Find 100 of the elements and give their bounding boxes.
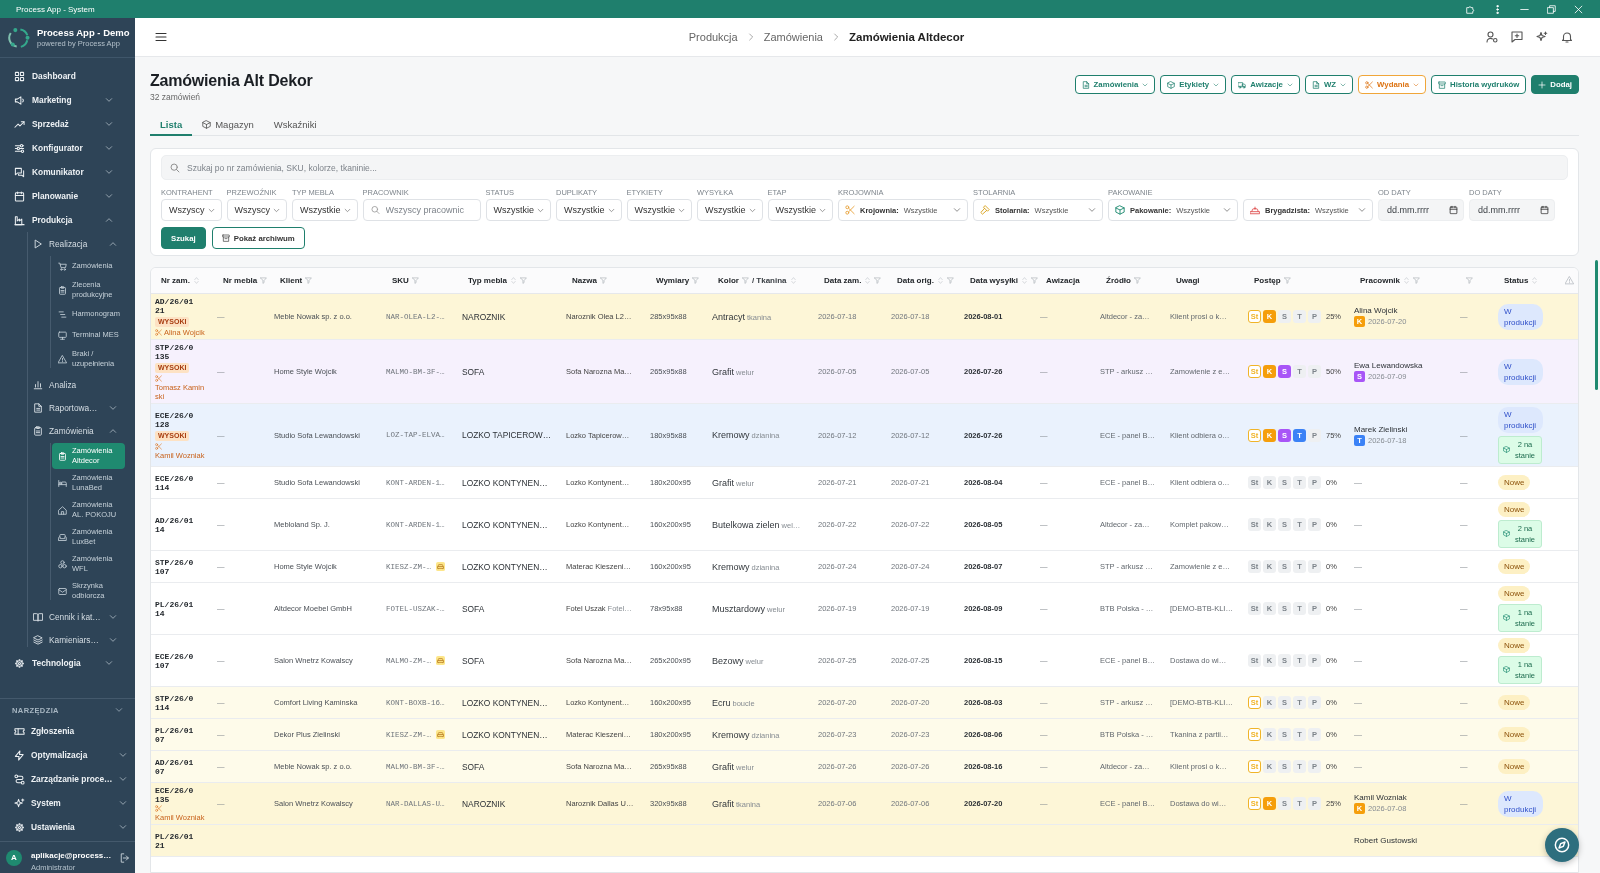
more-icon[interactable]: [1493, 4, 1502, 14]
restore-icon[interactable]: [1547, 4, 1556, 14]
filter-icon[interactable]: [874, 277, 882, 284]
close-icon[interactable]: [1574, 4, 1583, 14]
table-row[interactable]: PL/26/0121 Robert Gustowski: [151, 825, 1578, 858]
scrollbar[interactable]: [1595, 260, 1598, 390]
tab[interactable]: Lista: [150, 114, 193, 136]
order-number[interactable]: PL/26/0114: [155, 599, 195, 618]
filter-icon[interactable]: [1283, 277, 1291, 284]
search-field[interactable]: Wszyscy pracownic: [362, 199, 481, 221]
sidebar-item[interactable]: Cennik i kat…: [0, 605, 135, 628]
tab[interactable]: Wskaźniki: [263, 114, 327, 136]
table-row[interactable]: [151, 340, 1578, 405]
sort-icon[interactable]: [1531, 277, 1539, 284]
order-number[interactable]: ECE/26/0107: [155, 651, 195, 670]
lines-icon: [58, 309, 67, 319]
sidebar-item[interactable]: Kamieniars…: [0, 628, 135, 651]
dropdown[interactable]: Wszyscy: [161, 199, 222, 221]
filter-icon[interactable]: [520, 277, 527, 284]
filter-icon[interactable]: [1413, 277, 1420, 284]
order-number[interactable]: ECE/26/0135: [155, 785, 195, 804]
order-number[interactable]: ECE/26/0114: [155, 473, 195, 492]
chevron-right-icon: [746, 33, 755, 41]
sidebar-item[interactable]: Analiza: [0, 373, 135, 396]
order-number[interactable]: ECE/26/0128: [155, 410, 195, 429]
dropdown[interactable]: Wszystkie: [556, 199, 622, 221]
dropdown[interactable]: Wszystkie: [292, 199, 358, 221]
sidebar-item[interactable]: Konfigurator: [0, 136, 135, 160]
table-row[interactable]: [151, 499, 1578, 552]
chevron-down-icon: [1223, 206, 1231, 214]
order-number[interactable]: PL/26/0107: [155, 725, 195, 744]
sidebar-item[interactable]: Produkcja: [0, 208, 135, 232]
chevron-down-icon[interactable]: [115, 706, 123, 714]
dropdown[interactable]: Wszystkie: [767, 199, 833, 221]
filter-icon[interactable]: [741, 277, 749, 284]
sidebar-item[interactable]: Zarządzanie proce…: [0, 767, 135, 791]
filter-icon[interactable]: [692, 277, 700, 284]
dropdown[interactable]: Wszystkie: [697, 199, 763, 221]
avatar[interactable]: A: [6, 849, 22, 866]
search-field[interactable]: Szukaj po nr zamówienia, SKU, kolorze, tkaninie...: [161, 155, 1568, 180]
sort-icon[interactable]: [510, 277, 517, 284]
sort-icon[interactable]: [936, 277, 944, 284]
sidebar-item[interactable]: Optymalizacja: [0, 743, 135, 767]
filter-icon[interactable]: [411, 277, 419, 284]
sidebar-item[interactable]: Komunikator: [0, 160, 135, 184]
sidebar-item[interactable]: Technologia: [0, 651, 135, 675]
filter-icon[interactable]: [305, 277, 313, 284]
table-row[interactable]: [151, 404, 1578, 468]
dropdown[interactable]: Wszystkie: [485, 199, 551, 221]
order-number[interactable]: PL/26/0121: [155, 831, 195, 850]
sidebar-item[interactable]: Zamówienia: [0, 419, 135, 442]
tab[interactable]: Magazyn: [192, 114, 264, 136]
table-row[interactable]: [151, 294, 1578, 340]
filter-icon[interactable]: [599, 277, 607, 284]
filter-icon[interactable]: [946, 277, 954, 284]
clipboard-icon: [33, 425, 43, 436]
furniture-type: LOZKO TAPICEROW…: [462, 430, 552, 441]
chat-plus-icon[interactable]: [1511, 31, 1523, 43]
user-gear-icon[interactable]: [1486, 31, 1498, 43]
logout-icon[interactable]: [120, 852, 130, 863]
sidebar-item[interactable]: Ustawienia: [0, 815, 135, 839]
filter-icon[interactable]: [260, 277, 268, 284]
route-icon: [14, 773, 25, 785]
dropdown[interactable]: Wszyscy: [226, 199, 287, 221]
sparkle-icon[interactable]: [1536, 31, 1548, 43]
sidebar-item[interactable]: Sprzedaż: [0, 112, 135, 136]
date-field[interactable]: dd.mm.rrrr: [1378, 199, 1464, 221]
chevron-down-icon: [607, 206, 615, 214]
sidebar-item[interactable]: Marketing: [0, 88, 135, 112]
sidebar-item[interactable]: Zgłoszenia: [0, 719, 135, 743]
sidebar-item[interactable]: Dashboard: [0, 64, 135, 88]
dropdown[interactable]: Wszystkie: [626, 199, 692, 221]
filter-icon[interactable]: [1133, 277, 1141, 284]
hammer-icon: [980, 205, 990, 215]
order-number[interactable]: STP/26/0114: [155, 693, 195, 712]
sidebar-item[interactable]: Realizacja: [0, 232, 135, 255]
date-field[interactable]: dd.mm.rrrr: [1469, 199, 1555, 221]
order-number[interactable]: AD/26/0121: [155, 296, 195, 315]
filter-icon[interactable]: [1031, 277, 1039, 284]
sort-icon[interactable]: [864, 277, 872, 284]
menu-icon[interactable]: [155, 31, 167, 43]
sort-icon[interactable]: [789, 277, 797, 284]
order-number[interactable]: AD/26/0107: [155, 757, 195, 776]
calendar-icon[interactable]: [1449, 205, 1458, 215]
brand-name: Process App - Demo: [37, 27, 130, 38]
breadcrumb-link[interactable]: Produkcja: [688, 31, 738, 43]
sort-icon[interactable]: [192, 277, 200, 284]
sidebar-item[interactable]: Raportowa…: [0, 396, 135, 419]
sort-icon[interactable]: [1021, 277, 1029, 284]
sidebar-item[interactable]: Planowanie: [0, 184, 135, 208]
order-number[interactable]: STP/26/0135: [155, 342, 195, 361]
filter-icon[interactable]: [1466, 277, 1473, 284]
bell-icon[interactable]: [1561, 31, 1573, 43]
sidebar-item[interactable]: System: [0, 791, 135, 815]
calendar-icon[interactable]: [1540, 205, 1549, 215]
sort-icon[interactable]: [1403, 277, 1410, 284]
order-number[interactable]: STP/26/0107: [155, 557, 195, 576]
order-number[interactable]: AD/26/0114: [155, 515, 195, 534]
breadcrumb-link[interactable]: Zamówienia: [763, 31, 823, 43]
puzzle-icon[interactable]: [1466, 4, 1475, 14]
